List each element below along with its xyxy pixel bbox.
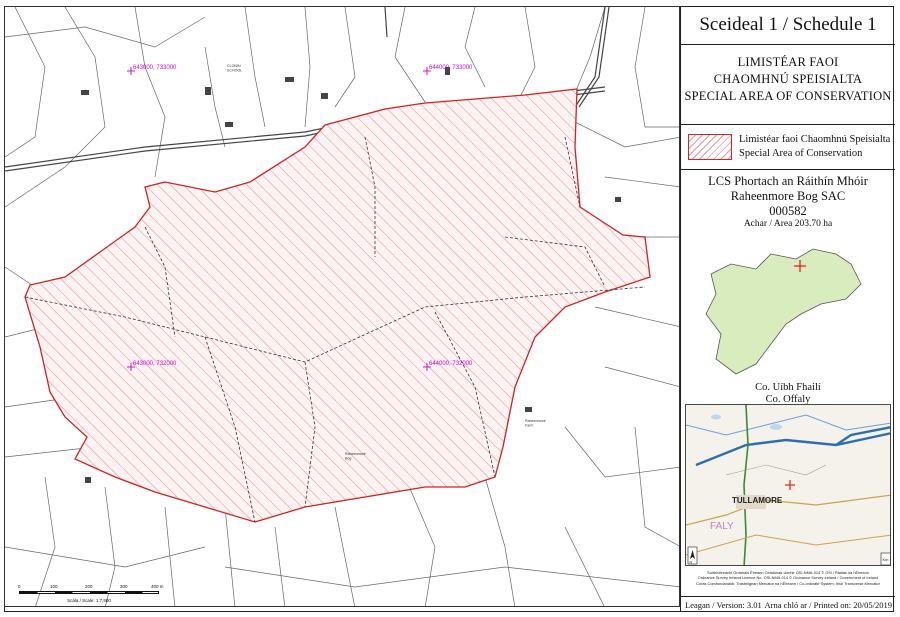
grid-label-bottom-left: 643000, 732000 — [133, 361, 177, 367]
scale-tick-200: 200 — [85, 584, 93, 589]
info-panel: Sceideal 1 / Schedule 1 LIMISTÉAR FAOI C… — [680, 6, 895, 613]
scale-bar: 0 100 200 300 400 m Scála / Scale: 1:7,5… — [18, 584, 169, 606]
scale-tick-100: 100 — [50, 584, 58, 589]
grid-label-top-left: 643000, 733000 — [133, 65, 177, 71]
footer: Leagan / Version: 3.01 Arna chló ar / Pr… — [681, 596, 895, 613]
map-label-house: CLONIN SCHOOL — [227, 64, 242, 72]
site-info: LCS Phortach an Ráithín Mhóir Raheenmore… — [681, 174, 895, 219]
version-label: Leagan / Version: 3.01 — [685, 600, 762, 610]
scale-caption: Scála / Scale: 1:7,500 — [67, 598, 111, 603]
site-name-irish: LCS Phortach an Ráithín Mhóir — [708, 174, 868, 188]
sac-boundary[interactable] — [24, 88, 651, 523]
copyright-notice: Suirbhéireacht Ordanáis Éireann Ceadúnas… — [696, 570, 880, 586]
locator-scale-label: Km — [883, 557, 890, 562]
map-label-farm: Raheenmore Farm — [525, 419, 546, 427]
scale-tick-0: 0 — [18, 584, 21, 589]
sac-heading: LIMISTÉAR FAOI CHAOMHNÚ SPEISIALTA SPECI… — [684, 55, 892, 103]
main-map[interactable]: 643000, 733000 644000, 733000 643000, 73… — [4, 6, 680, 607]
site-name-english: Raheenmore Bog SAC — [730, 189, 846, 203]
legend: Limistéar faoi Chaomhnú Speisialta Speci… — [681, 124, 895, 170]
grid-label-top-right: 644000, 733000 — [429, 65, 473, 71]
scale-tick-300: 300 — [120, 584, 128, 589]
locator-town-label: TULLAMORE — [732, 496, 783, 505]
grid-label-bottom-right: 644000, 732000 — [429, 361, 473, 367]
site-area: Achar / Area 203.70 ha — [743, 219, 833, 229]
county-name: Co. Uíbh Fhailí Co. Offaly — [755, 382, 821, 405]
locator-map[interactable]: TULLAMORE FALY N Km — [685, 404, 891, 566]
legend-swatch — [688, 134, 732, 160]
schedule-title: Sceideal 1 / Schedule 1 — [681, 6, 895, 45]
printed-date: Arna chló ar / Printed on: 20/05/2019 — [764, 600, 892, 610]
locator-region-label: FALY — [710, 521, 734, 532]
legend-label: Limistéar faoi Chaomhnú Speisialta Speci… — [739, 134, 891, 159]
site-code: 000582 — [769, 204, 807, 218]
county-outline-map — [705, 248, 862, 375]
scale-tick-400: 400 m — [151, 584, 164, 589]
